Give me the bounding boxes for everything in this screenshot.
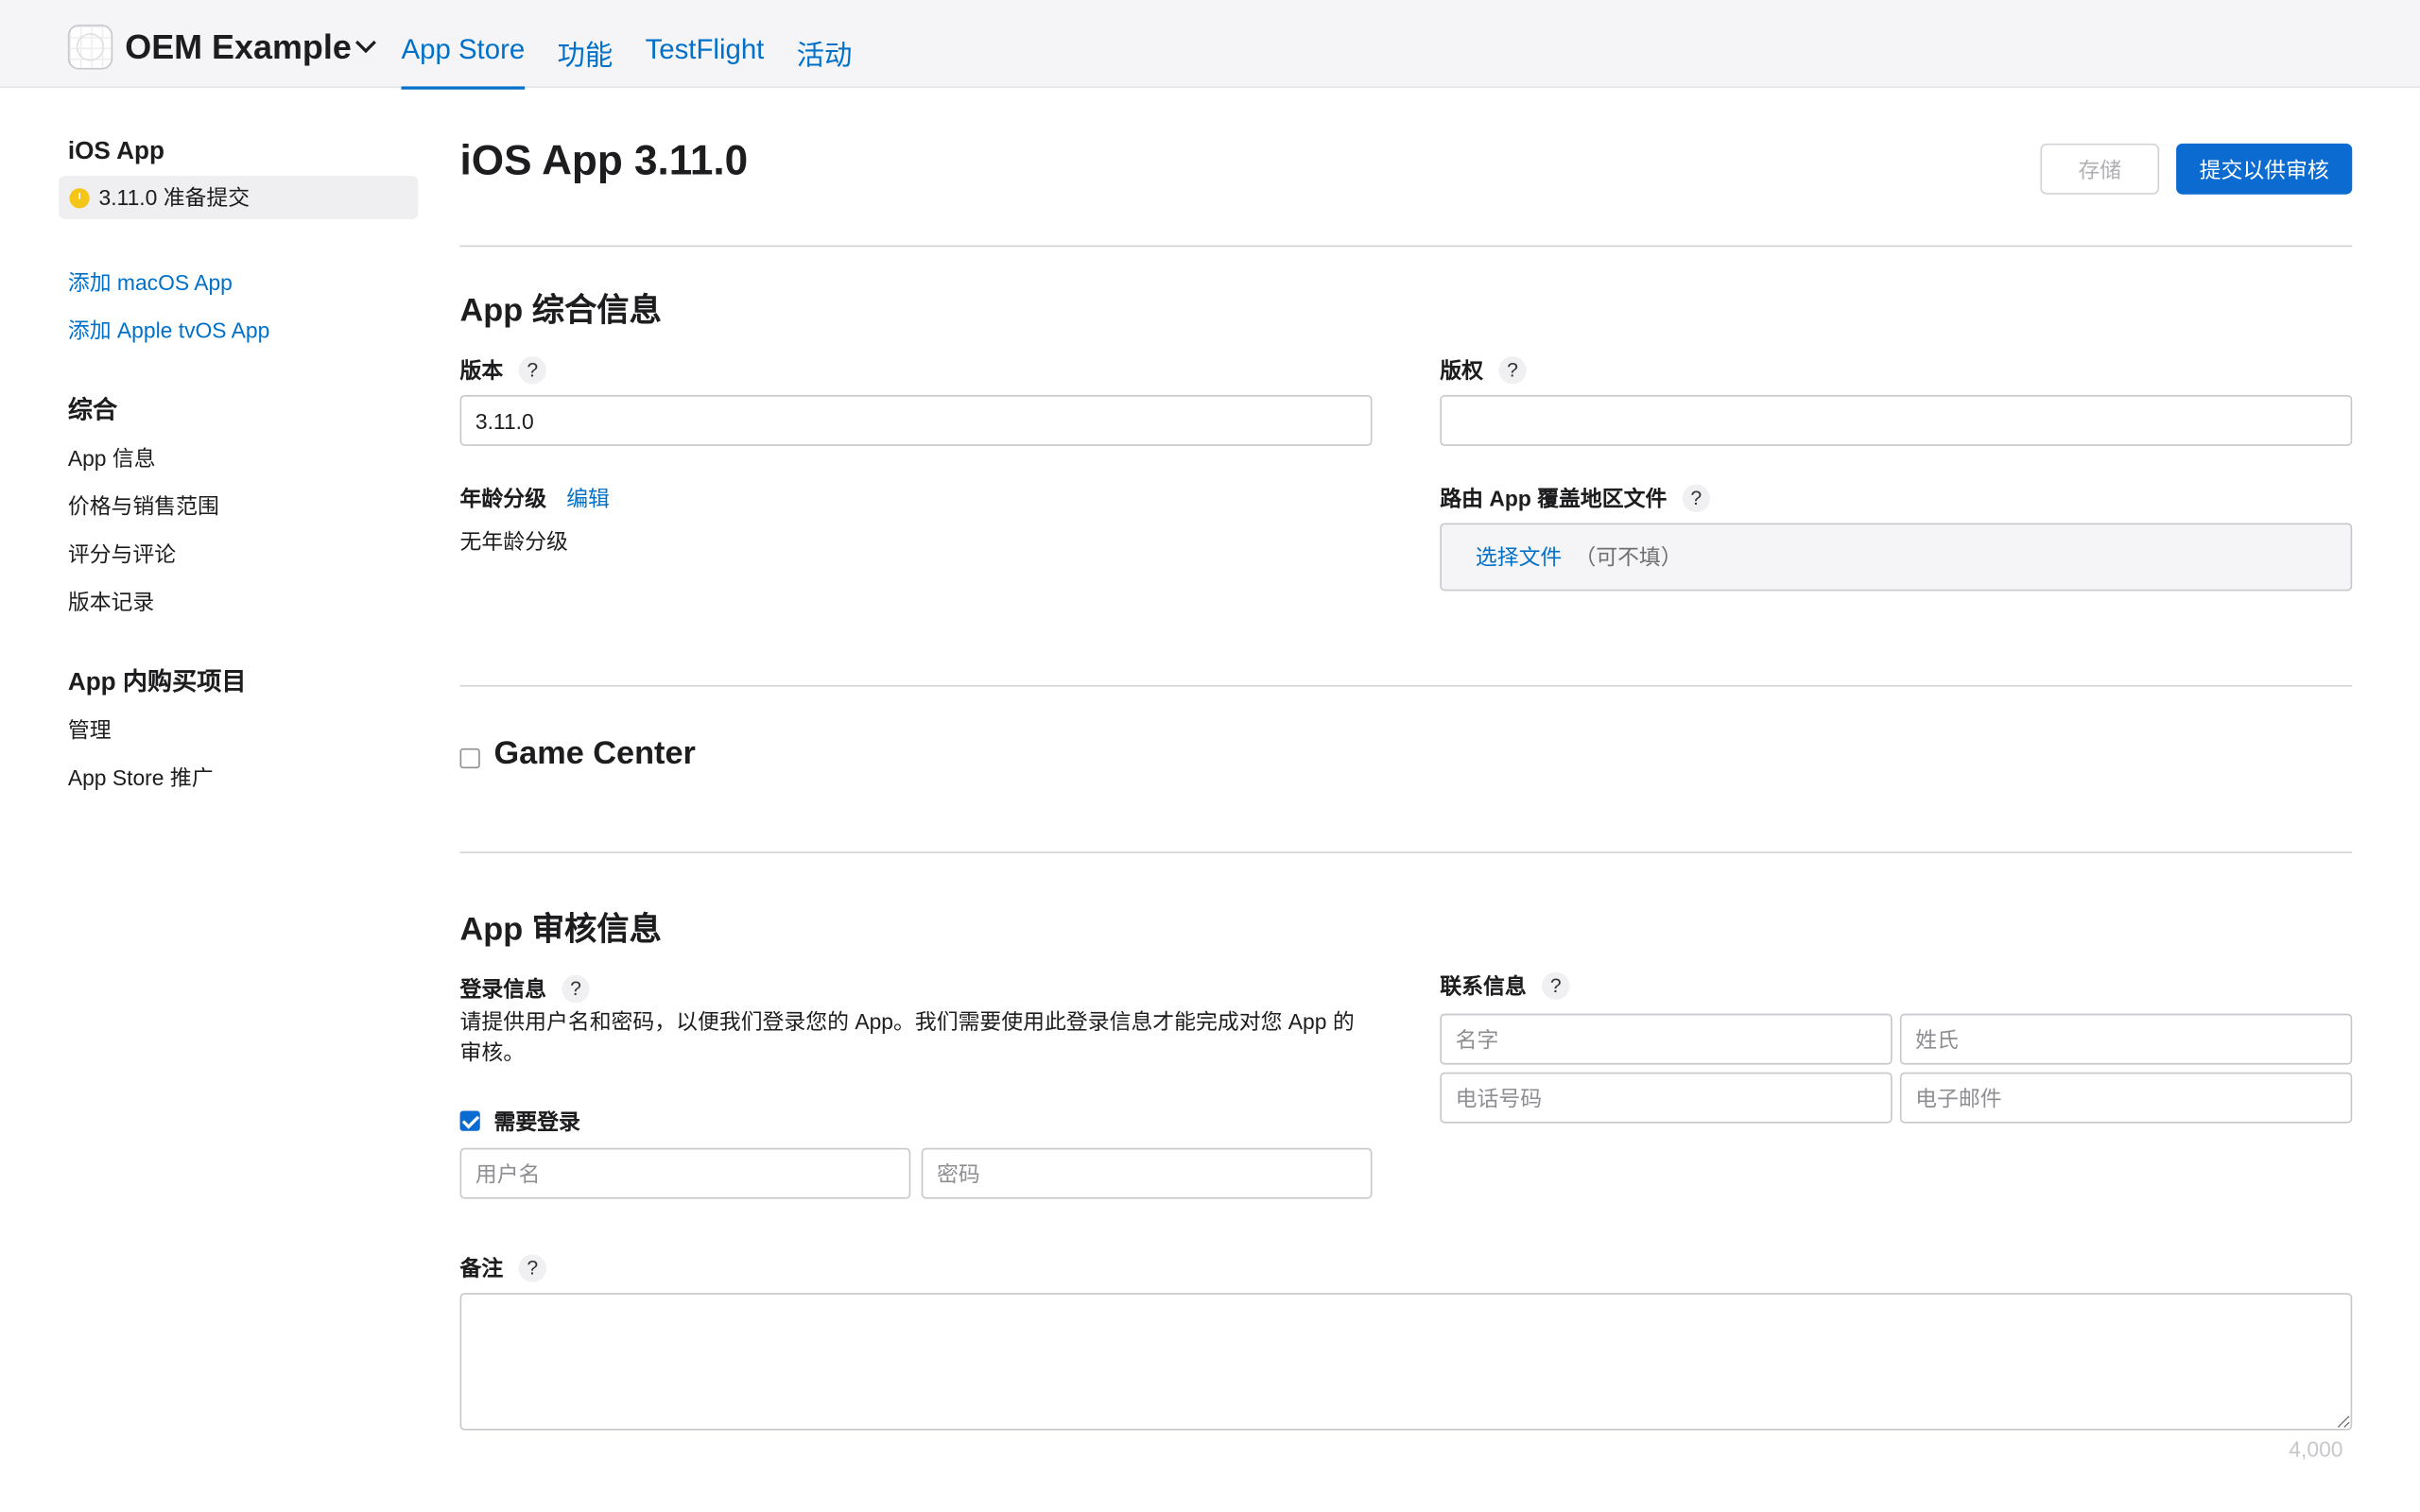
contact-info-label-text: 联系信息 bbox=[1440, 973, 1527, 999]
login-required-checkbox[interactable] bbox=[459, 1110, 480, 1131]
game-center-title: Game Center bbox=[493, 735, 696, 772]
section-title-review: App 审核信息 bbox=[459, 911, 662, 948]
notes-char-counter: 4,000 bbox=[2289, 1436, 2343, 1462]
version-label-text: 版本 bbox=[459, 357, 504, 383]
pending-status-icon bbox=[69, 187, 90, 208]
age-rating-edit-link[interactable]: 编辑 bbox=[566, 483, 610, 514]
copyright-label-text: 版权 bbox=[1440, 357, 1484, 383]
version-label: 版本 ? bbox=[460, 355, 546, 387]
app-name[interactable]: OEM Example bbox=[125, 27, 352, 67]
help-icon[interactable]: ? bbox=[1498, 356, 1527, 385]
age-rating-label-text: 年龄分级 bbox=[459, 486, 546, 511]
last-name-input[interactable] bbox=[1899, 1013, 2353, 1065]
copyright-label: 版权 ? bbox=[1440, 355, 1527, 387]
sidebar-item-promotion[interactable]: App Store 推广 bbox=[59, 754, 418, 802]
sidebar-item-version-history[interactable]: 版本记录 bbox=[59, 578, 418, 627]
tab-activity[interactable]: 活动 bbox=[797, 34, 853, 90]
help-icon[interactable]: ? bbox=[1682, 484, 1711, 513]
game-center-checkbox[interactable] bbox=[459, 747, 480, 769]
help-icon[interactable]: ? bbox=[1542, 971, 1570, 1000]
sidebar-item-version[interactable]: 3.11.0 准备提交 bbox=[59, 176, 419, 219]
tab-features[interactable]: 功能 bbox=[558, 34, 614, 90]
password-input[interactable] bbox=[921, 1147, 1373, 1199]
login-info-label: 登录信息 ? bbox=[460, 973, 590, 1005]
page-title: iOS App 3.11.0 bbox=[459, 137, 749, 184]
help-icon[interactable]: ? bbox=[518, 1254, 546, 1282]
divider bbox=[459, 851, 2353, 853]
main-nav: App Store 功能 TestFlight 活动 bbox=[401, 34, 853, 90]
submit-for-review-button[interactable]: 提交以供审核 bbox=[2176, 143, 2353, 195]
sidebar-section-iap: App 内购买项目 bbox=[67, 669, 247, 696]
sidebar-item-pricing[interactable]: 价格与销售范围 bbox=[59, 483, 418, 531]
login-info-description: 请提供用户名和密码，以便我们登录您的 App。我们需要使用此登录信息才能完成对您… bbox=[459, 1008, 1355, 1065]
sidebar-item-app-info[interactable]: App 信息 bbox=[59, 435, 418, 483]
username-input[interactable] bbox=[459, 1147, 911, 1199]
help-icon[interactable]: ? bbox=[518, 356, 546, 385]
sidebar: iOS App 3.11.0 准备提交 添加 macOS App 添加 Appl… bbox=[59, 138, 419, 802]
divider bbox=[459, 245, 2353, 248]
save-button[interactable]: 存储 bbox=[2040, 143, 2160, 195]
optional-hint: （可不填） bbox=[1574, 544, 1683, 570]
notes-textarea[interactable] bbox=[459, 1293, 2353, 1431]
notes-label-text: 备注 bbox=[459, 1256, 504, 1281]
section-title-general: App 综合信息 bbox=[459, 293, 662, 329]
top-bar: OEM Example App Store 功能 TestFlight 活动 bbox=[0, 0, 2420, 90]
tab-testflight[interactable]: TestFlight bbox=[646, 34, 765, 90]
first-name-input[interactable] bbox=[1440, 1013, 1893, 1065]
choose-file-link[interactable]: 选择文件 bbox=[1476, 541, 1562, 573]
sidebar-platform-title: iOS App bbox=[67, 138, 164, 165]
age-rating-label: 年龄分级 编辑 bbox=[460, 483, 610, 514]
sidebar-section-general: 综合 bbox=[67, 398, 118, 424]
login-info-label-text: 登录信息 bbox=[459, 976, 546, 1002]
routing-file-label: 路由 App 覆盖地区文件 ? bbox=[1440, 483, 1711, 514]
contact-info-label: 联系信息 ? bbox=[1440, 971, 1570, 1002]
add-tvos-app-link[interactable]: 添加 Apple tvOS App bbox=[59, 307, 418, 355]
routing-file-dropzone[interactable]: 选择文件 （可不填） bbox=[1440, 523, 2353, 592]
divider bbox=[459, 684, 2353, 687]
sidebar-item-version-label: 3.11.0 准备提交 bbox=[98, 184, 251, 211]
tab-app-store[interactable]: App Store bbox=[401, 34, 526, 90]
version-input[interactable] bbox=[459, 394, 1373, 446]
notes-label: 备注 ? bbox=[460, 1253, 546, 1284]
add-macos-app-link[interactable]: 添加 macOS App bbox=[59, 259, 418, 307]
sidebar-item-ratings[interactable]: 评分与评论 bbox=[59, 531, 418, 579]
sidebar-item-manage[interactable]: 管理 bbox=[59, 707, 418, 755]
app-icon bbox=[67, 25, 113, 70]
phone-input[interactable] bbox=[1440, 1072, 1893, 1124]
chevron-down-icon[interactable] bbox=[354, 34, 378, 59]
login-required-label: 需要登录 bbox=[493, 1108, 580, 1135]
email-input[interactable] bbox=[1899, 1072, 2353, 1124]
age-rating-value: 无年龄分级 bbox=[459, 529, 568, 555]
help-icon[interactable]: ? bbox=[562, 974, 590, 1004]
copyright-input[interactable] bbox=[1440, 394, 2353, 446]
routing-file-label-text: 路由 App 覆盖地区文件 bbox=[1440, 486, 1668, 511]
